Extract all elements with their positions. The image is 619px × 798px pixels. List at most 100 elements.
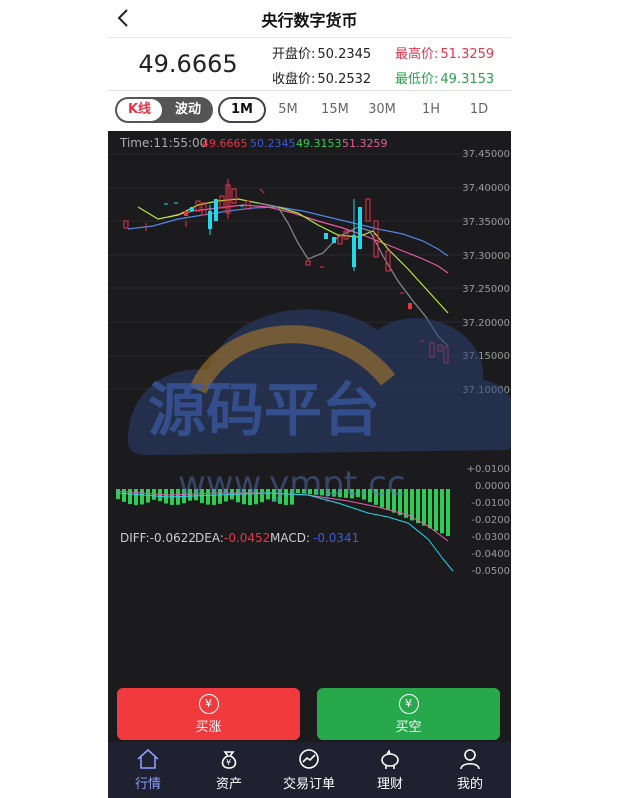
candles <box>123 179 449 364</box>
ma-line-green <box>137 198 449 314</box>
macd-bar <box>380 489 384 508</box>
macd-bar <box>392 489 396 513</box>
chart-tabs: K线 波动 1M 5M 15M 30M 1H 1D <box>108 91 511 131</box>
macd-bar <box>362 489 366 500</box>
top-bar: 央行数字货币 <box>108 0 511 38</box>
bottom-nav: 行情 ¥ 资产 交易订单 理财 我的 <box>108 742 511 798</box>
tab-1h[interactable]: 1H <box>409 97 453 123</box>
buy-down-button[interactable]: ¥ 买空 <box>317 688 500 740</box>
tab-1m[interactable]: 1M <box>218 97 266 123</box>
macd-bar <box>320 489 324 496</box>
macd-tick: -0.0300 <box>471 532 510 543</box>
macd-bar <box>254 489 258 505</box>
macd-label: MACD: <box>270 531 310 545</box>
macd-bar <box>158 489 162 502</box>
macd-bar <box>116 489 120 499</box>
macd-bar <box>326 489 330 496</box>
ma-line-grey <box>257 202 449 347</box>
user-icon <box>460 749 480 770</box>
macd-bar <box>434 489 438 531</box>
price-summary: 49.6665 开盘价: 50.2345 最高价: 51.3259 收盘价: 50.2… <box>108 38 511 91</box>
yuan-icon: ¥ <box>198 694 219 714</box>
macd-bar <box>206 489 210 505</box>
macd-bar <box>290 489 294 505</box>
macd-axis: +0.0100 0.0000 -0.0100 -0.0200 -0.0300 -… <box>467 464 510 577</box>
tab-kline[interactable]: K线 <box>117 99 162 121</box>
macd-bar <box>344 489 348 498</box>
price-tick: 37.10000 <box>462 385 510 396</box>
chart-time: Time:11:55:00 <box>119 136 207 150</box>
macd-tick: +0.0100 <box>467 464 510 475</box>
macd-bar <box>236 489 240 503</box>
macd-bar <box>242 489 246 505</box>
macd-bar <box>212 489 216 505</box>
macd-bar <box>218 489 222 504</box>
macd-bar <box>140 489 144 505</box>
macd-bar <box>440 489 444 534</box>
yuan-icon: ¥ <box>398 694 419 714</box>
macd-tick: -0.0200 <box>471 515 510 526</box>
page-title: 央行数字货币 <box>261 11 358 30</box>
money-bag-icon: ¥ <box>221 751 237 769</box>
nav-profile[interactable]: 我的 <box>430 742 510 798</box>
macd-dea: -0.0452 <box>224 531 270 545</box>
price-tick: 37.35000 <box>462 217 510 228</box>
macd-bar <box>416 489 420 523</box>
macd-bar <box>302 489 306 494</box>
nav-market[interactable]: 行情 <box>108 742 188 798</box>
macd-bar <box>194 489 198 501</box>
macd-bar <box>368 489 372 503</box>
trade-actions: ¥ 买涨 ¥ 买空 <box>108 686 511 742</box>
close-price: 收盘价: 50.2532 <box>272 72 372 87</box>
macd-bar <box>128 489 132 505</box>
chart-value-2: 50.2345 <box>250 137 296 150</box>
macd-bar <box>404 489 408 518</box>
macd-dea-label: DEA: <box>195 531 224 545</box>
price-tick: 37.40000 <box>462 183 510 194</box>
macd-tick: -0.0100 <box>471 498 510 509</box>
trend-chart-icon <box>299 749 319 769</box>
macd-tick: -0.0500 <box>471 566 510 577</box>
macd-bar <box>314 489 318 495</box>
nav-orders[interactable]: 交易订单 <box>269 742 349 798</box>
price-tick: 37.15000 <box>462 351 510 362</box>
nav-assets[interactable]: ¥ 资产 <box>189 742 269 798</box>
macd-bar <box>356 489 360 497</box>
tab-30m[interactable]: 30M <box>360 97 404 123</box>
macd-value: -0.0341 <box>313 531 359 545</box>
tab-5m[interactable]: 5M <box>266 97 310 123</box>
macd-bar <box>350 489 354 499</box>
tab-1d[interactable]: 1D <box>457 97 501 123</box>
nav-finance[interactable]: 理财 <box>350 742 430 798</box>
macd-bar <box>338 489 342 498</box>
home-icon <box>137 748 159 769</box>
buy-up-button[interactable]: ¥ 买涨 <box>117 688 300 740</box>
open-price: 开盘价: 50.2345 <box>272 47 372 62</box>
macd-bar <box>134 489 138 505</box>
high-price: 最高价: 51.3259 <box>395 47 495 62</box>
macd-bar <box>284 489 288 505</box>
macd-tick: -0.0400 <box>471 549 510 560</box>
svg-text:¥: ¥ <box>226 758 231 767</box>
chart-value-4: 51.3259 <box>342 137 388 150</box>
macd-bar <box>272 489 276 502</box>
tab-15m[interactable]: 15M <box>313 97 357 123</box>
macd-bar <box>374 489 378 505</box>
price-tick: 37.25000 <box>462 284 510 295</box>
price-tick: 37.20000 <box>462 318 510 329</box>
chart-value-1: 49.6665 <box>202 137 248 150</box>
price-tick: 37.45000 <box>462 149 510 160</box>
macd-bar <box>248 489 252 505</box>
last-price: 49.6665 <box>138 50 238 78</box>
macd-bar <box>296 489 300 493</box>
macd-bar <box>308 489 312 495</box>
macd-bar <box>332 489 336 497</box>
kline-chart[interactable]: Time:11:55:00 49.6665 50.2345 49.3153 51… <box>108 131 511 686</box>
macd-bar <box>410 489 414 521</box>
piggy-bank-icon <box>381 749 399 769</box>
macd-bar <box>422 489 426 526</box>
macd-bar <box>260 489 264 503</box>
tab-wave[interactable]: 波动 <box>165 99 211 121</box>
macd-bar <box>278 489 282 504</box>
macd-bar <box>188 489 192 501</box>
